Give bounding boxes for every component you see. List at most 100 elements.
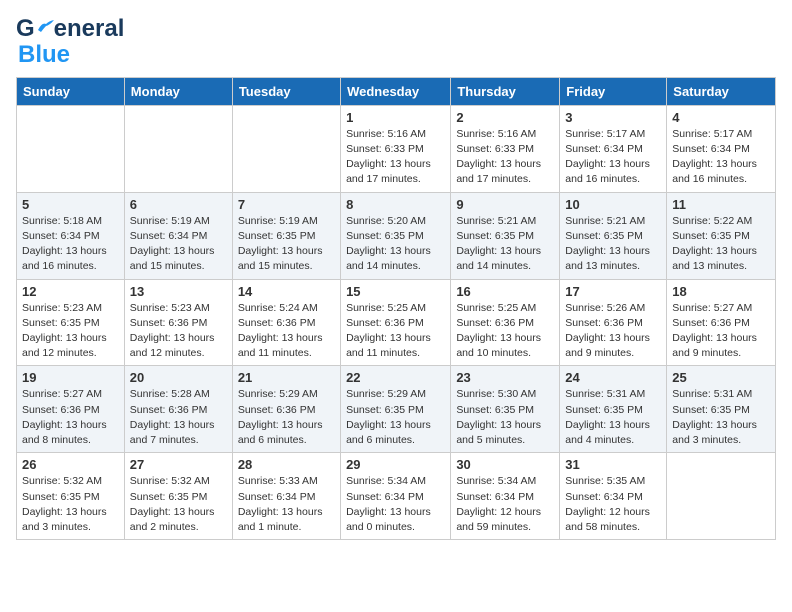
logo-blue: Blue [18,42,70,68]
day-number: 4 [672,110,770,125]
weekday-header-row: SundayMondayTuesdayWednesdayThursdayFrid… [17,77,776,105]
day-info: Sunrise: 5:25 AM Sunset: 6:36 PM Dayligh… [346,301,445,362]
calendar-day-11: 11Sunrise: 5:22 AM Sunset: 6:35 PM Dayli… [667,192,776,279]
calendar-day-empty [17,105,125,192]
day-info: Sunrise: 5:16 AM Sunset: 6:33 PM Dayligh… [346,127,445,188]
calendar-day-7: 7 Sunrise: 5:19 AM Sunset: 6:35 PM Daylig… [232,192,340,279]
calendar-day-31: 31Sunrise: 5:35 AM Sunset: 6:34 PM Dayli… [560,453,667,540]
day-number: 19 [22,370,119,385]
day-number: 29 [346,457,445,472]
day-info: Sunrise: 5:31 AM Sunset: 6:35 PM Dayligh… [565,387,661,448]
day-info: Sunrise: 5:30 AM Sunset: 6:35 PM Dayligh… [456,387,554,448]
day-number: 18 [672,284,770,299]
day-info: Sunrise: 5:34 AM Sunset: 6:34 PM Dayligh… [346,474,445,535]
day-info: Sunrise: 5:29 AM Sunset: 6:36 PM Dayligh… [238,387,335,448]
calendar-day-18: 18 Sunrise: 5:27 AM Sunset: 6:36 PM Dayli… [667,279,776,366]
day-info: Sunrise: 5:17 AM Sunset: 6:34 PM Dayligh… [672,127,770,188]
day-number: 16 [456,284,554,299]
day-info: Sunrise: 5:25 AM Sunset: 6:36 PM Dayligh… [456,301,554,362]
day-info: Sunrise: 5:20 AM Sunset: 6:35 PM Dayligh… [346,214,445,275]
calendar-day-28: 28 Sunrise: 5:33 AM Sunset: 6:34 PM Dayli… [232,453,340,540]
calendar-day-1: 1 Sunrise: 5:16 AM Sunset: 6:33 PM Daylig… [341,105,451,192]
day-info: Sunrise: 5:28 AM Sunset: 6:36 PM Dayligh… [130,387,227,448]
day-info: Sunrise: 5:19 AM Sunset: 6:35 PM Dayligh… [238,214,335,275]
day-number: 6 [130,197,227,212]
day-info: Sunrise: 5:27 AM Sunset: 6:36 PM Dayligh… [672,301,770,362]
day-info: Sunrise: 5:18 AM Sunset: 6:34 PM Dayligh… [22,214,119,275]
calendar-day-21: 21Sunrise: 5:29 AM Sunset: 6:36 PM Dayli… [232,366,340,453]
calendar-day-20: 20Sunrise: 5:28 AM Sunset: 6:36 PM Dayli… [124,366,232,453]
day-number: 3 [565,110,661,125]
day-info: Sunrise: 5:24 AM Sunset: 6:36 PM Dayligh… [238,301,335,362]
calendar-day-23: 23 Sunrise: 5:30 AM Sunset: 6:35 PM Dayli… [451,366,560,453]
day-info: Sunrise: 5:27 AM Sunset: 6:36 PM Dayligh… [22,387,119,448]
calendar-day-24: 24 Sunrise: 5:31 AM Sunset: 6:35 PM Dayli… [560,366,667,453]
logo-general-g: G [16,16,35,42]
logo-general-rest: eneral [54,16,125,42]
day-number: 5 [22,197,119,212]
calendar-day-26: 26 Sunrise: 5:32 AM Sunset: 6:35 PM Dayli… [17,453,125,540]
calendar-day-16: 16 Sunrise: 5:25 AM Sunset: 6:36 PM Dayli… [451,279,560,366]
day-info: Sunrise: 5:32 AM Sunset: 6:35 PM Dayligh… [130,474,227,535]
header: G eneral Blue [16,16,776,69]
weekday-header-tuesday: Tuesday [232,77,340,105]
calendar-day-30: 30 Sunrise: 5:34 AM Sunset: 6:34 PM Dayli… [451,453,560,540]
day-number: 26 [22,457,119,472]
day-info: Sunrise: 5:19 AM Sunset: 6:34 PM Dayligh… [130,214,227,275]
day-info: Sunrise: 5:23 AM Sunset: 6:36 PM Dayligh… [130,301,227,362]
day-info: Sunrise: 5:35 AM Sunset: 6:34 PM Dayligh… [565,474,661,535]
day-number: 10 [565,197,661,212]
calendar-week-row: 5 Sunrise: 5:18 AM Sunset: 6:34 PM Daylig… [17,192,776,279]
calendar-day-13: 13 Sunrise: 5:23 AM Sunset: 6:36 PM Dayli… [124,279,232,366]
calendar-week-row: 19 Sunrise: 5:27 AM Sunset: 6:36 PM Dayli… [17,366,776,453]
weekday-header-thursday: Thursday [451,77,560,105]
calendar-day-17: 17 Sunrise: 5:26 AM Sunset: 6:36 PM Dayli… [560,279,667,366]
calendar-day-5: 5 Sunrise: 5:18 AM Sunset: 6:34 PM Daylig… [17,192,125,279]
calendar-day-15: 15 Sunrise: 5:25 AM Sunset: 6:36 PM Dayli… [341,279,451,366]
calendar-day-10: 10Sunrise: 5:21 AM Sunset: 6:35 PM Dayli… [560,192,667,279]
logo: G eneral Blue [16,16,124,69]
calendar-day-3: 3 Sunrise: 5:17 AM Sunset: 6:34 PM Daylig… [560,105,667,192]
day-info: Sunrise: 5:17 AM Sunset: 6:34 PM Dayligh… [565,127,661,188]
day-info: Sunrise: 5:21 AM Sunset: 6:35 PM Dayligh… [456,214,554,275]
calendar-day-empty [232,105,340,192]
day-number: 13 [130,284,227,299]
calendar-day-25: 25Sunrise: 5:31 AM Sunset: 6:35 PM Dayli… [667,366,776,453]
day-number: 23 [456,370,554,385]
calendar-day-19: 19 Sunrise: 5:27 AM Sunset: 6:36 PM Dayli… [17,366,125,453]
day-number: 24 [565,370,661,385]
calendar-day-8: 8 Sunrise: 5:20 AM Sunset: 6:35 PM Daylig… [341,192,451,279]
day-number: 1 [346,110,445,125]
weekday-header-sunday: Sunday [17,77,125,105]
day-info: Sunrise: 5:26 AM Sunset: 6:36 PM Dayligh… [565,301,661,362]
calendar-day-4: 4 Sunrise: 5:17 AM Sunset: 6:34 PM Daylig… [667,105,776,192]
day-info: Sunrise: 5:16 AM Sunset: 6:33 PM Dayligh… [456,127,554,188]
calendar-table: SundayMondayTuesdayWednesdayThursdayFrid… [16,77,776,540]
day-info: Sunrise: 5:23 AM Sunset: 6:35 PM Dayligh… [22,301,119,362]
day-number: 27 [130,457,227,472]
day-number: 7 [238,197,335,212]
day-number: 2 [456,110,554,125]
weekday-header-monday: Monday [124,77,232,105]
calendar-day-2: 2 Sunrise: 5:16 AM Sunset: 6:33 PM Daylig… [451,105,560,192]
day-info: Sunrise: 5:34 AM Sunset: 6:34 PM Dayligh… [456,474,554,535]
day-number: 14 [238,284,335,299]
day-number: 15 [346,284,445,299]
calendar-day-9: 9Sunrise: 5:21 AM Sunset: 6:35 PM Daylig… [451,192,560,279]
calendar-day-12: 12 Sunrise: 5:23 AM Sunset: 6:35 PM Dayli… [17,279,125,366]
day-number: 12 [22,284,119,299]
page: G eneral Blue SundayMondayTuesdayWednesd… [0,0,792,556]
day-info: Sunrise: 5:33 AM Sunset: 6:34 PM Dayligh… [238,474,335,535]
calendar-day-14: 14 Sunrise: 5:24 AM Sunset: 6:36 PM Dayli… [232,279,340,366]
calendar-day-22: 22Sunrise: 5:29 AM Sunset: 6:35 PM Dayli… [341,366,451,453]
day-number: 30 [456,457,554,472]
weekday-header-friday: Friday [560,77,667,105]
calendar-day-29: 29 Sunrise: 5:34 AM Sunset: 6:34 PM Dayli… [341,453,451,540]
calendar-day-empty [667,453,776,540]
day-info: Sunrise: 5:32 AM Sunset: 6:35 PM Dayligh… [22,474,119,535]
day-number: 8 [346,197,445,212]
day-number: 22 [346,370,445,385]
calendar-day-6: 6 Sunrise: 5:19 AM Sunset: 6:34 PM Daylig… [124,192,232,279]
day-number: 17 [565,284,661,299]
day-number: 28 [238,457,335,472]
